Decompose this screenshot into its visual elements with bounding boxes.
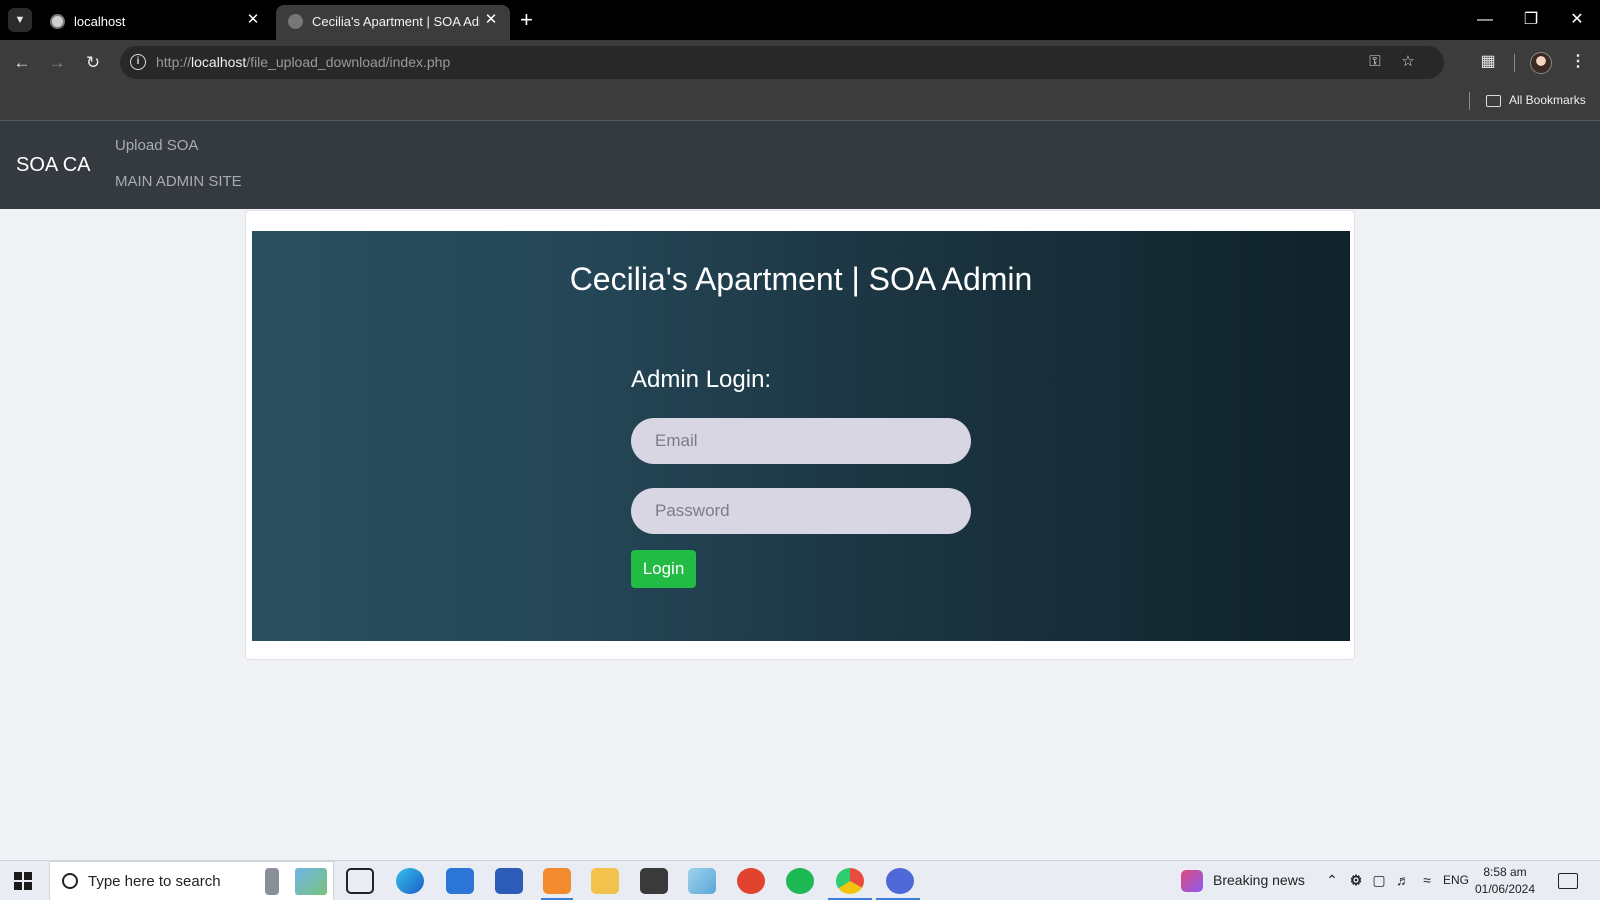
avatar[interactable]	[1530, 52, 1552, 74]
notifications-icon[interactable]	[1558, 873, 1578, 889]
key-icon[interactable]: ⚿	[1364, 51, 1386, 73]
globe-icon	[288, 14, 303, 29]
close-icon[interactable]: ✕	[482, 11, 500, 29]
tab-search-icon[interactable]: ▼	[8, 8, 32, 32]
url-text[interactable]: http://localhost/file_upload_download/in…	[156, 54, 450, 70]
xampp-icon[interactable]	[543, 868, 571, 894]
forward-icon[interactable]: →	[43, 49, 71, 77]
volume-icon[interactable]: ♬	[1394, 871, 1412, 889]
nav-link-main-admin-site[interactable]: MAIN ADMIN SITE	[115, 173, 242, 190]
nav-link-upload-soa[interactable]: Upload SOA	[115, 137, 198, 154]
address-bar[interactable]: i http://localhost/file_upload_download/…	[120, 46, 1444, 79]
luggage-icon	[265, 868, 279, 895]
clock-time: 8:58 am	[1483, 865, 1527, 879]
login-button[interactable]: Login	[631, 550, 696, 588]
news-icon[interactable]	[1181, 870, 1203, 892]
hero-panel: Cecilia's Apartment | SOA Admin Admin Lo…	[252, 231, 1350, 641]
map-icon	[295, 868, 327, 895]
mail-icon[interactable]	[446, 868, 474, 894]
email-field[interactable]	[631, 418, 971, 464]
minimize-icon[interactable]: —	[1470, 6, 1500, 34]
menu-icon[interactable]: ⋮	[1564, 48, 1592, 76]
edge-icon[interactable]	[396, 868, 424, 894]
spotify-icon[interactable]	[786, 868, 814, 894]
star-icon[interactable]: ☆	[1397, 51, 1419, 73]
new-tab-icon[interactable]: +	[520, 7, 533, 33]
back-icon[interactable]: ←	[8, 49, 36, 77]
navbar-brand[interactable]: SOA CA	[16, 154, 90, 177]
file-explorer-icon[interactable]	[591, 868, 619, 894]
chrome-dev-icon[interactable]	[886, 868, 914, 894]
tab-soa-admin[interactable]: Cecilia's Apartment | SOA Admin ✕	[276, 5, 510, 40]
chrome-icon[interactable]	[836, 868, 864, 894]
browser-toolbar: ← → ↻ i http://localhost/file_upload_dow…	[0, 40, 1600, 85]
login-form: Admin Login: Login	[631, 366, 971, 588]
wifi-icon[interactable]: ≈	[1418, 871, 1436, 889]
notepad-icon[interactable]	[688, 868, 716, 894]
site-navbar: SOA CA Upload SOA MAIN ADMIN SITE	[0, 120, 1600, 209]
taskbar-search-box[interactable]: Type here to search	[49, 861, 334, 900]
site-info-icon[interactable]: i	[130, 54, 146, 70]
all-bookmarks-link[interactable]: All Bookmarks	[1509, 93, 1586, 107]
clock-date: 01/06/2024	[1474, 882, 1536, 896]
login-card: Cecilia's Apartment | SOA Admin Admin Lo…	[245, 210, 1355, 660]
folder-icon	[1486, 95, 1501, 107]
globe-icon	[50, 14, 65, 29]
clock[interactable]: 8:58 am 01/06/2024	[1470, 864, 1540, 898]
form-heading: Admin Login:	[631, 366, 772, 393]
close-window-icon[interactable]: ✕	[1562, 6, 1592, 34]
language-indicator[interactable]: ENG	[1442, 871, 1470, 889]
windows-taskbar: Type here to search Breaking news ⌃ ⚙ ▢ …	[0, 860, 1600, 900]
search-icon	[62, 873, 78, 889]
chevron-up-icon[interactable]: ⌃	[1324, 871, 1340, 889]
tab-title: localhost	[74, 14, 126, 29]
reload-icon[interactable]: ↻	[79, 49, 107, 77]
task-view-icon[interactable]	[346, 868, 374, 894]
news-label[interactable]: Breaking news	[1213, 872, 1305, 888]
close-icon[interactable]: ✕	[244, 11, 262, 29]
meet-icon[interactable]: ▢	[1371, 871, 1387, 889]
browser-tab-bar: ▼ localhost ✕ Cecilia's Apartment | SOA …	[0, 0, 1600, 40]
restore-icon[interactable]: ❐	[1516, 6, 1546, 34]
bookmarks-divider	[1469, 92, 1470, 110]
password-field[interactable]	[631, 488, 971, 534]
word-icon[interactable]	[495, 868, 523, 894]
wps-office-icon[interactable]	[737, 868, 765, 894]
bookmarks-bar: All Bookmarks	[0, 85, 1600, 120]
tab-localhost[interactable]: localhost ✕	[38, 5, 272, 40]
grammarly-icon[interactable]: ⚙	[1347, 871, 1365, 889]
toolbar-divider	[1514, 54, 1515, 72]
windows-start-icon[interactable]	[14, 872, 32, 890]
search-placeholder: Type here to search	[88, 873, 221, 890]
tab-title: Cecilia's Apartment | SOA Admin	[312, 14, 480, 29]
extensions-icon[interactable]: ▦	[1474, 48, 1502, 76]
page-title: Cecilia's Apartment | SOA Admin	[569, 261, 1033, 297]
sublime-text-icon[interactable]	[640, 868, 668, 894]
